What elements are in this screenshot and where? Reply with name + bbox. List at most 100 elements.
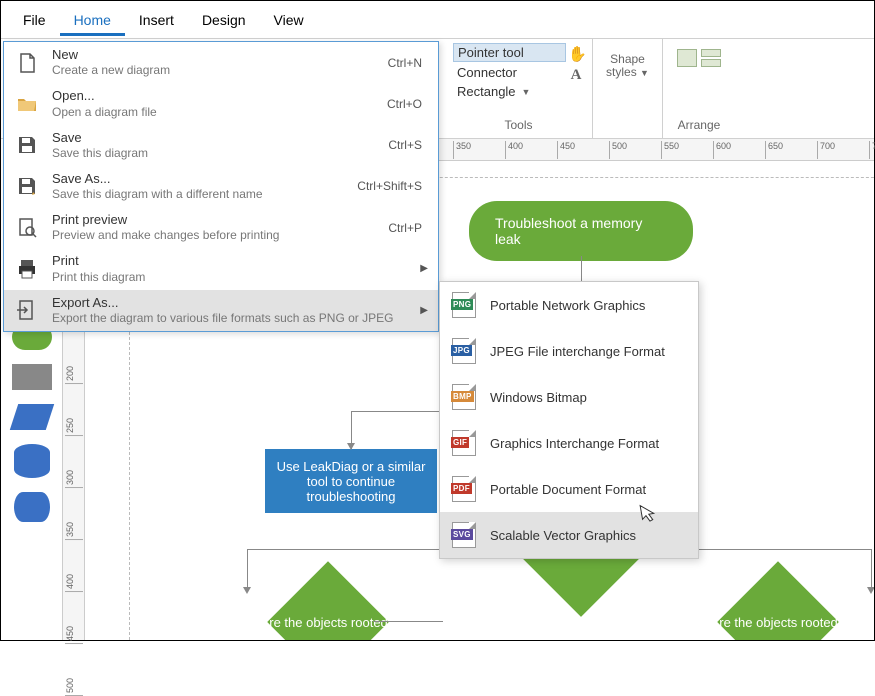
pointer-tool[interactable]: Pointer tool [453, 43, 566, 62]
file-badge: JPG [451, 345, 472, 356]
file-menu-save[interactable]: SaveSave this diagram Ctrl+S [4, 125, 438, 166]
export-pdf[interactable]: PDF Portable Document Format [440, 466, 698, 512]
pan-hand-icon[interactable]: ✋ [568, 45, 584, 63]
ruler-tick: 650 [765, 141, 783, 159]
file-badge: GIF [451, 437, 469, 448]
ribbon-group-tools: Pointer tool Connector Rectangle ▼ ✋ A T… [445, 39, 593, 139]
arrowhead-icon [867, 587, 874, 594]
align-icon[interactable] [701, 49, 721, 57]
export-png[interactable]: PNG Portable Network Graphics [440, 282, 698, 328]
file-menu-print[interactable]: PrintPrint this diagram ▶ [4, 248, 438, 289]
arrange-group-label: Arrange [678, 118, 721, 135]
ruler-tick: 400 [65, 574, 83, 592]
palette-directdata[interactable] [14, 492, 50, 522]
ruler-tick: 400 [505, 141, 523, 159]
file-badge: PDF [451, 483, 472, 494]
ruler-tick: 750 [869, 141, 875, 159]
file-gif-icon: GIF [452, 430, 476, 456]
shape-leakdiag[interactable]: Use LeakDiag or a similar tool to contin… [265, 449, 437, 513]
chevron-down-icon: ▼ [640, 68, 649, 78]
bring-front-icon[interactable] [677, 49, 697, 67]
connector[interactable] [871, 549, 872, 589]
export-item-label: Portable Document Format [490, 482, 646, 497]
connector-tool-label: Connector [457, 65, 517, 80]
menu-item-title: Print [52, 253, 408, 269]
ruler-tick: 450 [557, 141, 575, 159]
file-menu-open[interactable]: Open...Open a diagram file Ctrl+O [4, 83, 438, 124]
menu-item-desc: Save this diagram [52, 146, 376, 161]
ruler-tick: 350 [453, 141, 471, 159]
connector[interactable] [247, 549, 248, 589]
export-item-label: JPEG File interchange Format [490, 344, 665, 359]
menu-item-accel: Ctrl+O [387, 97, 422, 111]
file-menu-export[interactable]: Export As...Export the diagram to variou… [4, 290, 438, 331]
shape-start[interactable]: Troubleshoot a memory leak [469, 201, 693, 261]
menu-item-desc: Save this diagram with a different name [52, 187, 345, 202]
menu-item-desc: Export the diagram to various file forma… [52, 311, 408, 326]
file-bmp-icon: BMP [452, 384, 476, 410]
shape-styles-button[interactable]: Shape styles ▼ [600, 53, 656, 79]
ruler-tick: 450 [65, 626, 83, 644]
ruler-tick: 300 [65, 470, 83, 488]
menu-item-title: Save [52, 130, 376, 146]
menu-file[interactable]: File [9, 4, 60, 36]
palette-database[interactable] [14, 444, 50, 478]
ruler-tick: 500 [65, 678, 83, 696]
file-menu-dropdown: NewCreate a new diagram Ctrl+N Open...Op… [3, 41, 439, 332]
file-svg-icon: SVG [452, 522, 476, 548]
group-icon[interactable] [701, 59, 721, 67]
rectangle-tool-label: Rectangle [457, 84, 516, 99]
palette-process[interactable] [12, 364, 52, 390]
file-menu-new[interactable]: NewCreate a new diagram Ctrl+N [4, 42, 438, 83]
menu-design[interactable]: Design [188, 4, 260, 36]
file-menu-preview[interactable]: Print previewPreview and make changes be… [4, 207, 438, 248]
menu-item-desc: Print this diagram [52, 270, 408, 285]
shape-leakdiag-label: Use LeakDiag or a similar tool to contin… [275, 459, 427, 504]
menu-item-accel: Ctrl+N [388, 56, 422, 70]
ribbon-group-shape-styles: Shape styles ▼ [593, 39, 663, 139]
ruler-tick: 350 [65, 522, 83, 540]
preview-icon [14, 215, 40, 241]
menu-item-title: Open... [52, 88, 375, 104]
rectangle-tool[interactable]: Rectangle ▼ [453, 83, 566, 100]
menu-item-title: New [52, 47, 376, 63]
menu-item-title: Save As... [52, 171, 345, 187]
menu-item-accel: Ctrl+Shift+S [357, 179, 422, 193]
menu-view[interactable]: View [260, 4, 318, 36]
text-tool-icon[interactable]: A [568, 67, 584, 84]
export-item-label: Windows Bitmap [490, 390, 587, 405]
chevron-down-icon: ▼ [522, 87, 531, 97]
file-badge: BMP [451, 391, 474, 402]
print-icon [14, 256, 40, 282]
file-menu-saveas[interactable]: Save As...Save this diagram with a diffe… [4, 166, 438, 207]
menu-item-accel: Ctrl+P [388, 221, 422, 235]
export-gif[interactable]: GIF Graphics Interchange Format [440, 420, 698, 466]
export-icon [14, 297, 40, 323]
saveas-icon [14, 173, 40, 199]
file-jpg-icon: JPG [452, 338, 476, 364]
export-jpg[interactable]: JPG JPEG File interchange Format [440, 328, 698, 374]
ruler-tick: 600 [713, 141, 731, 159]
tools-group-label: Tools [504, 118, 532, 135]
pointer-tool-label: Pointer tool [458, 45, 524, 60]
arrowhead-icon [347, 443, 355, 450]
submenu-arrow-icon: ▶ [420, 263, 428, 274]
menu-item-title: Export As... [52, 295, 408, 311]
connector-tool[interactable]: Connector [453, 64, 566, 81]
ribbon-visible: Pointer tool Connector Rectangle ▼ ✋ A T… [445, 39, 735, 139]
palette-data[interactable] [9, 404, 53, 430]
ruler-tick: 550 [661, 141, 679, 159]
export-item-label: Graphics Interchange Format [490, 436, 659, 451]
menu-bar: File Home Insert Design View [1, 1, 874, 39]
export-bmp[interactable]: BMP Windows Bitmap [440, 374, 698, 420]
menu-item-accel: Ctrl+S [388, 138, 422, 152]
menu-item-desc: Create a new diagram [52, 63, 376, 78]
file-pdf-icon: PDF [452, 476, 476, 502]
ruler-tick: 500 [609, 141, 627, 159]
connector[interactable] [373, 621, 443, 622]
menu-insert[interactable]: Insert [125, 4, 188, 36]
export-item-label: Portable Network Graphics [490, 298, 645, 313]
export-submenu: PNG Portable Network Graphics JPG JPEG F… [439, 281, 699, 559]
ruler-tick: 200 [65, 366, 83, 384]
menu-home[interactable]: Home [60, 4, 125, 36]
